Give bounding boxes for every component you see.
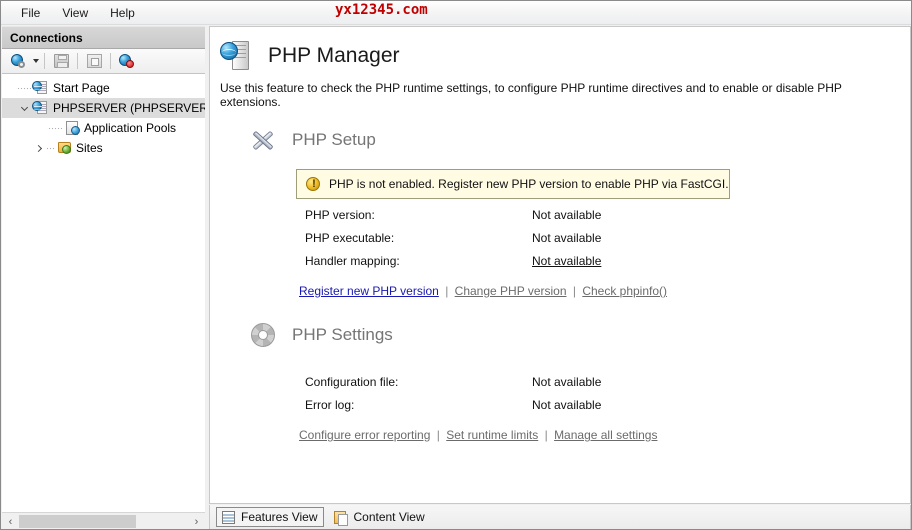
menu-bar: File View Help	[1, 1, 911, 25]
row-error-log: Error log: Not available	[210, 398, 910, 412]
row-label: Configuration file:	[305, 375, 532, 389]
link-separator: |	[542, 428, 551, 442]
section-header: PHP Settings	[210, 320, 910, 350]
tree-item-application-pools[interactable]: Application Pools	[2, 118, 205, 138]
tree-connector	[16, 78, 32, 98]
section-title: PHP Setup	[292, 130, 376, 150]
link-separator: |	[434, 428, 443, 442]
row-configuration-file: Configuration file: Not available	[210, 375, 910, 389]
toolbar-separator-3	[110, 53, 111, 69]
server-node-icon	[32, 100, 50, 116]
menu-item-view[interactable]: View	[52, 3, 98, 23]
row-value: Not available	[532, 208, 601, 222]
connections-tree[interactable]: Start Page PHPSERVER (PHPSERVER\Adn Appl…	[2, 74, 205, 509]
connect-to-dropdown-arrow[interactable]	[33, 59, 39, 63]
tools-icon	[248, 125, 278, 155]
change-php-version-link[interactable]: Change PHP version	[455, 284, 567, 298]
check-phpinfo-link[interactable]: Check phpinfo()	[582, 284, 667, 298]
tree-expander-expanded[interactable]	[16, 98, 32, 118]
tree-item-start-page[interactable]: Start Page	[2, 78, 205, 98]
magnifier-icon	[18, 61, 25, 68]
set-runtime-limits-link[interactable]: Set runtime limits	[446, 428, 538, 442]
row-handler-mapping: Handler mapping: Not available	[210, 254, 910, 268]
content-view-icon	[333, 510, 349, 525]
scroll-right-arrow-icon[interactable]: ›	[188, 513, 205, 530]
page-header: PHP Manager	[210, 27, 910, 75]
menu-item-file[interactable]: File	[11, 3, 50, 23]
export-icon	[87, 54, 102, 68]
register-new-php-version-link[interactable]: Register new PHP version	[299, 284, 439, 298]
tab-label: Features View	[241, 510, 317, 524]
warning-icon	[306, 177, 320, 191]
scrollbar-thumb[interactable]	[19, 515, 136, 528]
handler-mapping-link[interactable]: Not available	[532, 254, 601, 268]
gear-icon	[248, 320, 278, 350]
scrollbar-track[interactable]	[19, 513, 188, 530]
section-php-setup: PHP Setup PHP is not enabled. Register n…	[210, 125, 910, 298]
link-separator: |	[570, 284, 579, 298]
tree-item-label: Start Page	[53, 81, 110, 95]
row-value: Not available	[532, 398, 601, 412]
section-header: PHP Setup	[210, 125, 910, 155]
sidebar-horizontal-scrollbar[interactable]: ‹ ›	[2, 512, 205, 530]
tree-item-label: Application Pools	[84, 121, 176, 135]
save-disk-icon	[54, 54, 69, 68]
row-php-executable: PHP executable: Not available	[210, 231, 910, 245]
tree-connector	[47, 138, 55, 158]
next-section-icon-partial	[455, 501, 477, 504]
row-value: Not available	[532, 231, 601, 245]
tree-expander-collapsed[interactable]	[31, 138, 47, 158]
features-content-pane: PHP Manager Use this feature to check th…	[209, 26, 911, 504]
tree-item-sites[interactable]: Sites	[2, 138, 205, 158]
connections-panel: Connections	[2, 26, 205, 530]
php-manager-icon	[220, 39, 254, 73]
section-php-settings: PHP Settings Configuration file: Not ava…	[210, 320, 910, 442]
disconnect-badge-icon	[126, 60, 134, 68]
row-value: Not available	[532, 375, 601, 389]
disconnect-button[interactable]	[116, 51, 138, 72]
manage-all-settings-link[interactable]: Manage all settings	[554, 428, 657, 442]
link-separator: |	[442, 284, 451, 298]
connections-toolbar	[2, 49, 205, 74]
view-tabs-bar: Features View Content View	[209, 505, 911, 530]
warning-text: PHP is not enabled. Register new PHP ver…	[329, 177, 729, 191]
page-title: PHP Manager	[268, 44, 400, 68]
tree-item-label: PHPSERVER (PHPSERVER\Adn	[53, 101, 205, 115]
row-label: Error log:	[305, 398, 532, 412]
connect-to-button[interactable]	[8, 51, 30, 72]
features-view-icon	[221, 510, 237, 525]
tab-label: Content View	[353, 510, 424, 524]
site-watermark: yx12345.com	[335, 2, 428, 18]
row-label: PHP executable:	[305, 231, 532, 245]
save-connections-button[interactable]	[50, 51, 72, 72]
start-page-icon	[32, 80, 50, 96]
configure-error-reporting-link[interactable]: Configure error reporting	[299, 428, 430, 442]
toolbar-separator	[44, 53, 45, 69]
menu-item-help[interactable]: Help	[100, 3, 145, 23]
php-not-enabled-warning: PHP is not enabled. Register new PHP ver…	[296, 169, 730, 199]
application-pools-icon	[63, 120, 81, 136]
tab-features-view[interactable]: Features View	[216, 507, 324, 527]
export-connections-button[interactable]	[83, 51, 105, 72]
row-php-version: PHP version: Not available	[210, 208, 910, 222]
php-settings-actions: Configure error reporting | Set runtime …	[210, 428, 910, 442]
row-label: PHP version:	[305, 208, 532, 222]
scroll-left-arrow-icon[interactable]: ‹	[2, 513, 19, 530]
tree-item-label: Sites	[76, 141, 103, 155]
sites-folder-icon	[55, 140, 73, 156]
tree-item-phpserver[interactable]: PHPSERVER (PHPSERVER\Adn	[2, 98, 205, 118]
iis-manager-window: File View Help yx12345.com Connections	[0, 0, 912, 530]
section-title: PHP Settings	[292, 325, 393, 345]
tree-connector	[47, 118, 63, 138]
tab-content-view[interactable]: Content View	[328, 507, 431, 527]
toolbar-separator-2	[77, 53, 78, 69]
connections-header: Connections	[2, 26, 205, 49]
page-description: Use this feature to check the PHP runtim…	[210, 75, 910, 109]
php-setup-actions: Register new PHP version | Change PHP ve…	[210, 284, 910, 298]
row-label: Handler mapping:	[305, 254, 532, 268]
